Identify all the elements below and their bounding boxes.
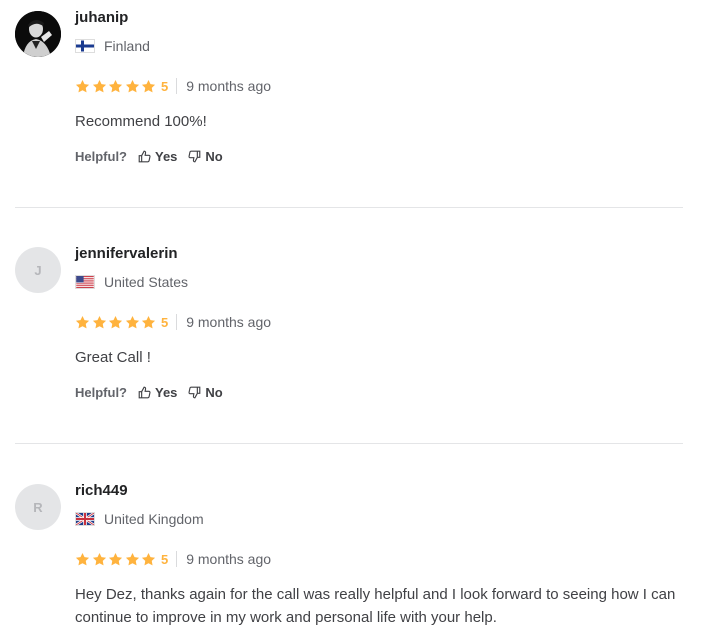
rating-row: 5 9 months ago bbox=[75, 77, 271, 95]
star-icon bbox=[141, 315, 156, 330]
star-icon bbox=[75, 552, 90, 567]
review-item: J jennifervalerin United States 5 9 mont… bbox=[0, 236, 701, 426]
no-label: No bbox=[205, 149, 223, 164]
country: United States bbox=[75, 274, 188, 290]
star-rating bbox=[75, 315, 158, 330]
helpful-label: Helpful? bbox=[75, 385, 127, 400]
uk-flag-icon bbox=[75, 512, 95, 526]
review-time: 9 months ago bbox=[186, 551, 272, 567]
star-icon bbox=[75, 315, 90, 330]
username[interactable]: rich449 bbox=[75, 482, 128, 499]
rating-row: 5 9 months ago bbox=[75, 550, 271, 568]
country-name: Finland bbox=[104, 38, 150, 54]
country-name: United States bbox=[104, 274, 189, 290]
star-icon bbox=[125, 79, 140, 94]
review-divider bbox=[15, 207, 683, 208]
helpful-no-button[interactable]: No bbox=[188, 385, 223, 400]
thumbs-up-icon bbox=[138, 150, 151, 163]
star-icon bbox=[108, 79, 123, 94]
helpful-yes-button[interactable]: Yes bbox=[138, 385, 177, 400]
star-icon bbox=[125, 552, 140, 567]
star-icon bbox=[75, 79, 90, 94]
thumbs-down-icon bbox=[188, 150, 201, 163]
review-time: 9 months ago bbox=[186, 78, 272, 94]
divider bbox=[176, 314, 178, 330]
rating-value: 5 bbox=[160, 551, 169, 567]
review-divider bbox=[15, 443, 683, 444]
star-icon bbox=[92, 79, 107, 94]
review-text: Hey Dez, thanks again for the call was r… bbox=[75, 586, 676, 626]
star-rating bbox=[75, 552, 158, 567]
rating-value: 5 bbox=[160, 78, 169, 94]
country: Finland bbox=[75, 38, 150, 54]
star-icon bbox=[141, 552, 156, 567]
yes-label: Yes bbox=[155, 149, 178, 164]
star-icon bbox=[92, 552, 107, 567]
yes-label: Yes bbox=[155, 385, 178, 400]
star-icon bbox=[108, 315, 123, 330]
thumbs-up-icon bbox=[138, 386, 151, 399]
helpful-no-button[interactable]: No bbox=[188, 149, 223, 164]
rating-row: 5 9 months ago bbox=[75, 313, 271, 331]
profile-photo-icon bbox=[15, 11, 61, 57]
us-flag-icon bbox=[75, 275, 95, 289]
review-item: juhanip Finland 5 9 months ago Recommend… bbox=[0, 0, 701, 190]
review-text: Great Call ! bbox=[75, 349, 151, 366]
country: United Kingdom bbox=[75, 511, 204, 527]
avatar[interactable]: R bbox=[15, 484, 61, 530]
star-icon bbox=[92, 315, 107, 330]
star-icon bbox=[108, 552, 123, 567]
username[interactable]: juhanip bbox=[75, 9, 128, 26]
helpful-label: Helpful? bbox=[75, 149, 127, 164]
helpful-row: Helpful? Yes No bbox=[75, 149, 234, 164]
helpful-row: Helpful? Yes No bbox=[75, 385, 234, 400]
username[interactable]: jennifervalerin bbox=[75, 245, 178, 262]
finland-flag-icon bbox=[75, 39, 95, 53]
star-rating bbox=[75, 79, 158, 94]
divider bbox=[176, 78, 178, 94]
no-label: No bbox=[205, 385, 223, 400]
avatar[interactable]: J bbox=[15, 247, 61, 293]
country-name: United Kingdom bbox=[104, 511, 204, 527]
thumbs-down-icon bbox=[188, 386, 201, 399]
review-item: R rich449 United Kingdom 5 9 months ago … bbox=[0, 473, 701, 632]
review-time: 9 months ago bbox=[186, 314, 272, 330]
review-text: Recommend 100%! bbox=[75, 113, 207, 130]
divider bbox=[176, 551, 178, 567]
helpful-yes-button[interactable]: Yes bbox=[138, 149, 177, 164]
avatar[interactable] bbox=[15, 11, 61, 57]
star-icon bbox=[125, 315, 140, 330]
rating-value: 5 bbox=[160, 314, 169, 330]
star-icon bbox=[141, 79, 156, 94]
